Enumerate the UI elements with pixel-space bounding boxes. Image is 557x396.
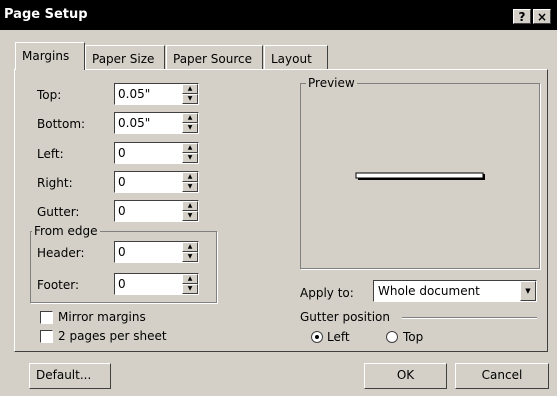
- close-button[interactable]: ×: [533, 9, 551, 24]
- gutter-top-radio[interactable]: [386, 331, 398, 343]
- footer-down-arrow-icon[interactable]: ▼: [182, 284, 198, 294]
- bottom-down-arrow-icon[interactable]: ▼: [182, 123, 198, 133]
- bottom-margin-value: 0.05": [118, 116, 151, 130]
- ok-button[interactable]: OK: [364, 363, 447, 389]
- top-down-arrow-icon[interactable]: ▼: [182, 94, 198, 104]
- footer-value: 0: [118, 277, 126, 291]
- footer-up-arrow-icon[interactable]: ▲: [182, 274, 198, 284]
- top-margin-value: 0.05": [118, 87, 151, 101]
- tab-layout-label: Layout: [271, 52, 312, 66]
- tab-margins-label: Margins: [22, 49, 70, 63]
- tab-paper-size-label: Paper Size: [92, 52, 155, 66]
- gutter-value: 0: [118, 204, 126, 218]
- right-margin-stepper[interactable]: 0 ▲ ▼: [114, 171, 199, 193]
- gutter-stepper[interactable]: 0 ▲ ▼: [114, 200, 199, 222]
- tab-layout[interactable]: Layout: [264, 45, 328, 69]
- from-edge-title: From edge: [32, 224, 100, 238]
- left-margin-value: 0: [118, 146, 126, 160]
- preview-group: [300, 83, 540, 269]
- gutter-position-divider: [402, 317, 537, 319]
- gutter-position-title: Gutter position: [300, 310, 390, 324]
- gutter-label: Gutter:: [37, 205, 80, 219]
- two-pages-label: 2 pages per sheet: [58, 329, 167, 343]
- header-down-arrow-icon[interactable]: ▼: [182, 252, 198, 262]
- header-up-arrow-icon[interactable]: ▲: [182, 242, 198, 252]
- apply-to-label: Apply to:: [300, 286, 354, 300]
- bottom-label: Bottom:: [37, 117, 86, 131]
- right-down-arrow-icon[interactable]: ▼: [182, 182, 198, 192]
- tab-margins[interactable]: Margins: [15, 42, 85, 70]
- page-preview: [355, 172, 485, 180]
- right-margin-value: 0: [118, 175, 126, 189]
- left-margin-stepper[interactable]: 0 ▲ ▼: [114, 142, 199, 164]
- header-label: Header:: [37, 246, 85, 260]
- gutter-down-arrow-icon[interactable]: ▼: [182, 211, 198, 221]
- default-button[interactable]: Default...: [29, 363, 111, 389]
- two-pages-checkbox[interactable]: [40, 330, 53, 343]
- page-preview-sheet: [355, 172, 484, 179]
- apply-to-select[interactable]: Whole document ▼: [373, 280, 537, 302]
- cancel-button[interactable]: Cancel: [455, 363, 549, 389]
- header-value: 0: [118, 245, 126, 259]
- gutter-left-label: Left: [327, 330, 350, 344]
- right-label: Right:: [37, 176, 73, 190]
- mirror-margins-checkbox[interactable]: [40, 311, 53, 324]
- window-title: Page Setup: [4, 7, 88, 22]
- bottom-up-arrow-icon[interactable]: ▲: [182, 113, 198, 123]
- header-stepper[interactable]: 0 ▲ ▼: [114, 241, 199, 263]
- chevron-down-icon[interactable]: ▼: [520, 281, 536, 301]
- footer-label: Footer:: [37, 278, 80, 292]
- page-setup-dialog: Page Setup ? × Margins Paper Size Paper …: [0, 0, 557, 396]
- tab-paper-source[interactable]: Paper Source: [166, 45, 263, 69]
- left-label: Left:: [37, 147, 64, 161]
- tab-paper-size[interactable]: Paper Size: [85, 45, 165, 69]
- top-margin-stepper[interactable]: 0.05" ▲ ▼: [114, 83, 199, 105]
- gutter-top-label: Top: [403, 330, 424, 344]
- help-button[interactable]: ?: [513, 9, 531, 24]
- tab-paper-source-label: Paper Source: [173, 52, 253, 66]
- gutter-up-arrow-icon[interactable]: ▲: [182, 201, 198, 211]
- left-up-arrow-icon[interactable]: ▲: [182, 143, 198, 153]
- title-bar[interactable]: Page Setup ? ×: [0, 0, 557, 30]
- top-up-arrow-icon[interactable]: ▲: [182, 84, 198, 94]
- footer-stepper[interactable]: 0 ▲ ▼: [114, 273, 199, 295]
- gutter-left-radio[interactable]: [311, 331, 323, 343]
- mirror-margins-label: Mirror margins: [58, 310, 146, 324]
- right-up-arrow-icon[interactable]: ▲: [182, 172, 198, 182]
- left-down-arrow-icon[interactable]: ▼: [182, 153, 198, 163]
- preview-title: Preview: [306, 76, 357, 90]
- apply-to-value: Whole document: [378, 284, 480, 298]
- top-label: Top:: [37, 88, 62, 102]
- bottom-margin-stepper[interactable]: 0.05" ▲ ▼: [114, 112, 199, 134]
